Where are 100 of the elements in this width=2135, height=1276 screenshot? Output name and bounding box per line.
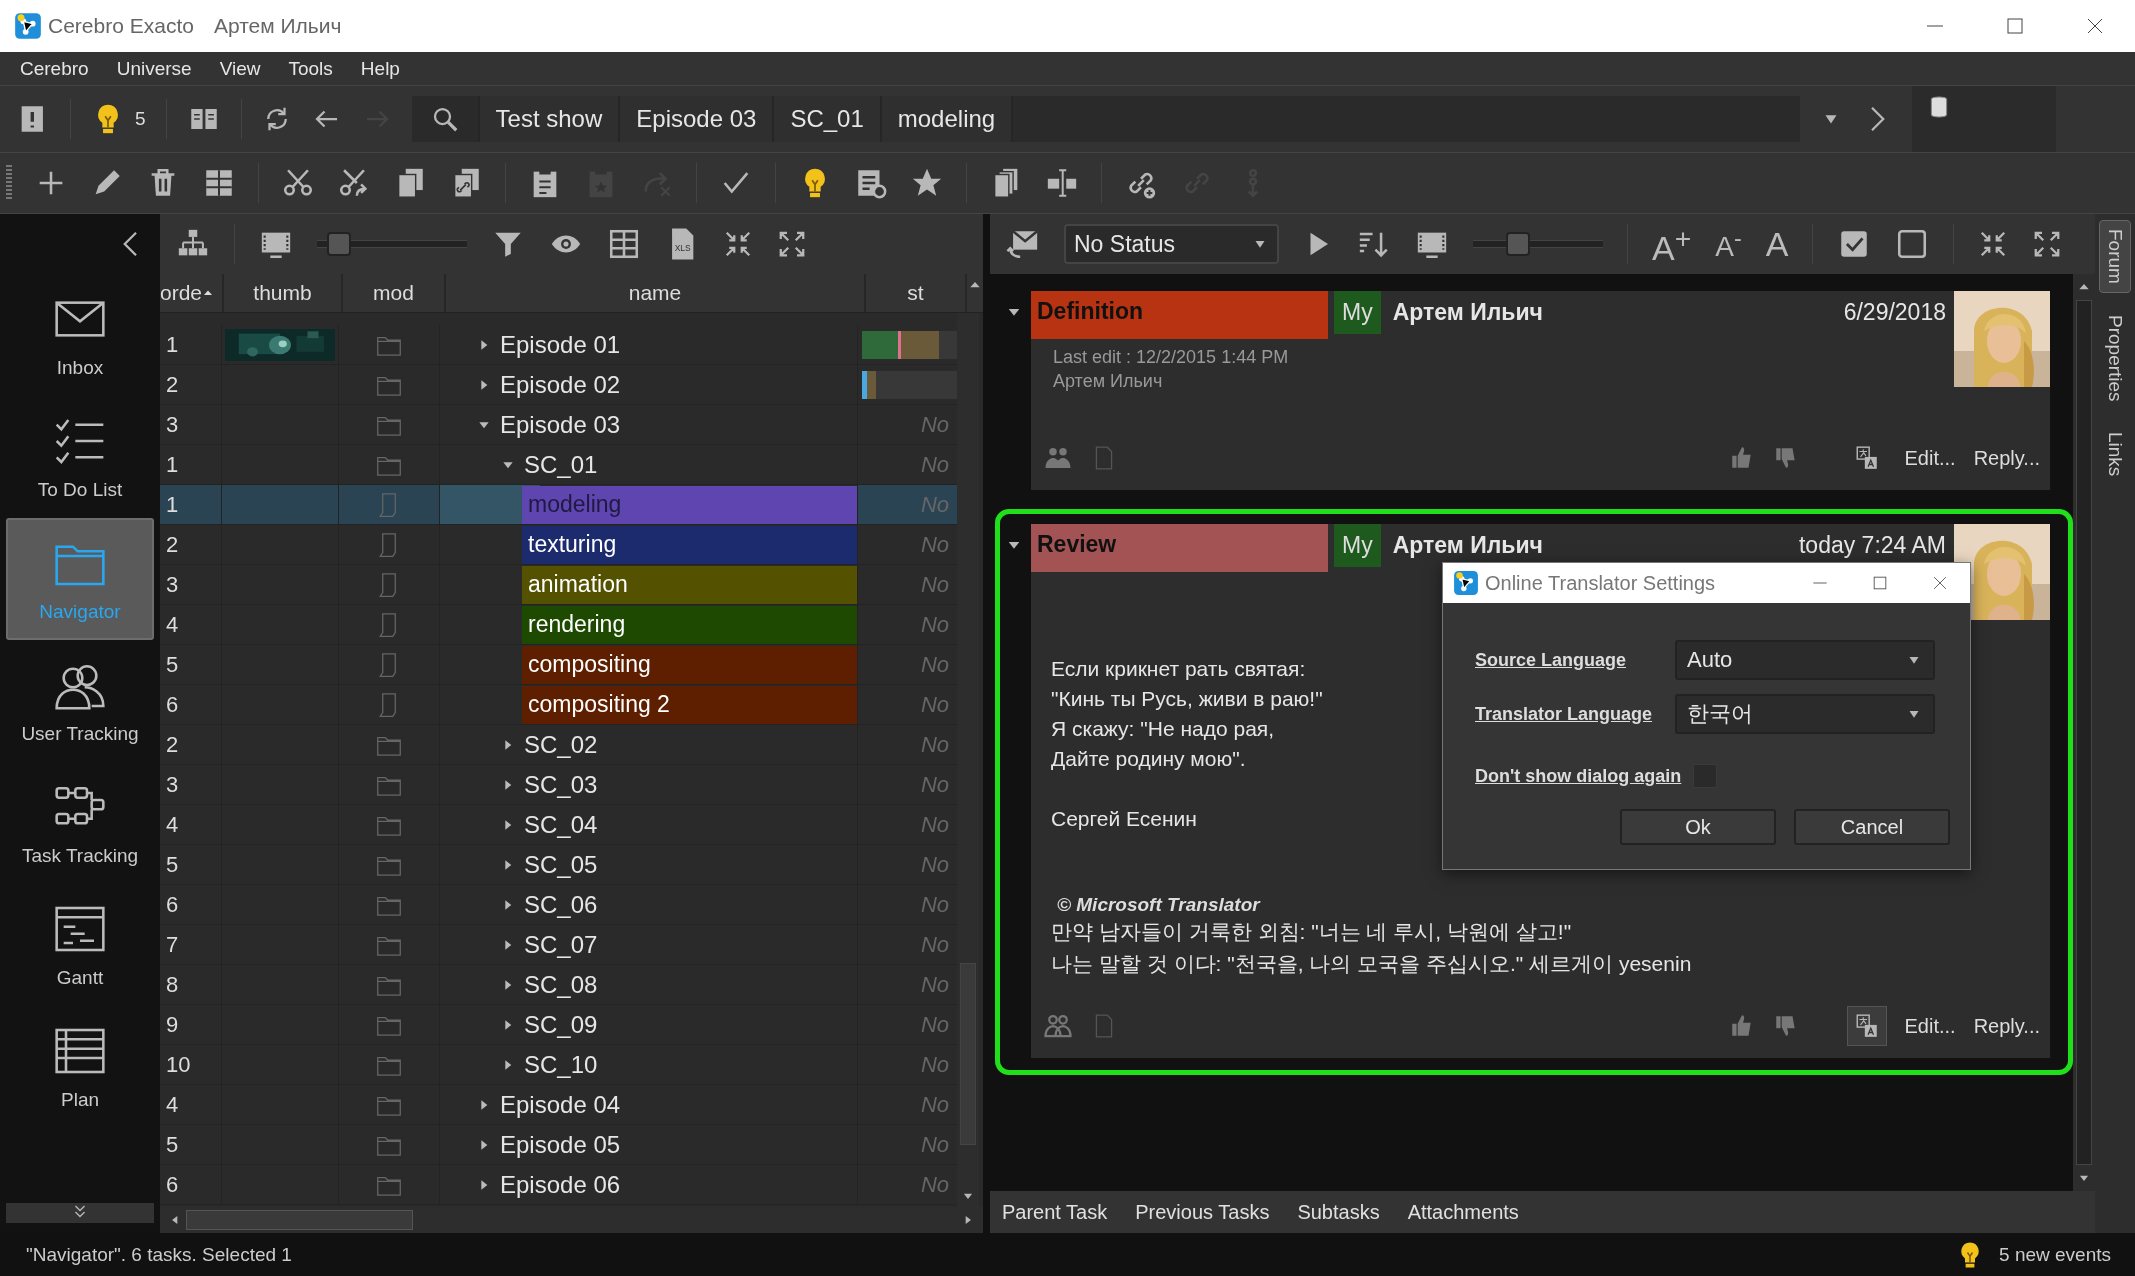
side-tab[interactable]: Forum — [2099, 220, 2131, 293]
scrollbar-thumb[interactable] — [2076, 300, 2092, 1165]
message-action[interactable]: Edit... — [1904, 1014, 1956, 1038]
table-row[interactable]: 4 Episode 04 No — [160, 1085, 957, 1125]
side-tab[interactable]: Properties — [2100, 306, 2130, 410]
grid-icon[interactable] — [607, 227, 641, 261]
table-row[interactable]: 8 SC_08 No — [160, 965, 957, 1005]
order-number: 9 — [166, 1011, 179, 1038]
dialog-button[interactable]: Ok — [1620, 809, 1776, 845]
sidebar-item[interactable]: Plan — [6, 1006, 154, 1128]
status-text: No — [920, 851, 949, 878]
table-row[interactable]: 6 SC_06 No — [160, 885, 957, 925]
tab[interactable]: Parent Task — [1002, 1200, 1108, 1224]
table-row[interactable]: 4 SC_04 No — [160, 805, 957, 845]
sidebar-item[interactable]: Inbox — [6, 274, 154, 396]
breadcrumb-item[interactable]: SC_01 — [772, 96, 880, 142]
dialog-title: Online Translator Settings — [1485, 571, 1716, 595]
column-header[interactable]: mod — [343, 274, 446, 312]
status-text: No — [920, 571, 949, 598]
dialog-button[interactable]: Cancel — [1794, 809, 1950, 845]
sidebar-item[interactable]: User Tracking — [6, 640, 154, 762]
task-name: compositing — [522, 645, 857, 684]
window-user: Артем Ильич — [213, 14, 342, 38]
status-text: No — [920, 651, 949, 678]
font-size-button[interactable]: A$^{+}$ — [1652, 223, 1692, 265]
message-action[interactable]: Reply... — [1973, 1014, 2040, 1038]
menu-item[interactable]: Universe — [104, 57, 204, 80]
collapse-all-icon[interactable] — [723, 229, 753, 259]
table-row[interactable]: 5 Episode 05 No — [160, 1125, 957, 1165]
order-number: 6 — [166, 691, 179, 718]
table-row[interactable]: 3 Episode 03 No — [160, 405, 957, 445]
tab[interactable]: Attachments — [1407, 1200, 1519, 1224]
item-name: SC_08 — [524, 970, 598, 999]
order-number: 3 — [166, 571, 179, 598]
item-name: SC_05 — [524, 850, 598, 879]
column-header[interactable]: orde — [160, 274, 224, 312]
table-row[interactable]: 3 SC_03 No — [160, 765, 957, 805]
menu-item[interactable]: Tools — [276, 57, 345, 80]
table-row[interactable]: 2 texturing No — [160, 525, 957, 565]
order-number: 2 — [166, 531, 179, 558]
sidebar-item[interactable]: Gantt — [6, 884, 154, 1006]
order-number: 2 — [166, 371, 179, 398]
task-name: animation — [522, 565, 857, 604]
language-dropdown[interactable]: 한국어 — [1675, 694, 1935, 734]
breadcrumb-item[interactable]: Episode 03 — [618, 96, 773, 142]
order-number: 3 — [166, 411, 179, 438]
menu-item[interactable]: Help — [348, 57, 412, 80]
item-name: SC_01 — [524, 450, 598, 479]
message-date: today 7:24 AM — [1798, 532, 1946, 559]
status-text: No — [920, 491, 949, 518]
table-row[interactable]: 2 SC_02 No — [160, 725, 957, 765]
status-text: No — [920, 1051, 949, 1078]
menu-item[interactable]: View — [207, 57, 273, 80]
table-row[interactable]: 2 Episode 02 — [160, 365, 957, 405]
author-name: Артем Ильич — [1392, 532, 1543, 559]
table-row[interactable]: 7 SC_07 No — [160, 925, 957, 965]
text-cursor-icon[interactable] — [1045, 166, 1079, 200]
item-name: Episode 02 — [500, 370, 621, 399]
order-number: 8 — [166, 971, 179, 998]
language-dropdown[interactable]: Auto — [1675, 640, 1935, 680]
item-name: SC_06 — [524, 890, 598, 919]
tab[interactable]: Previous Tasks — [1135, 1200, 1270, 1224]
item-name: SC_03 — [524, 770, 598, 799]
table-row[interactable]: 6 Episode 06 No — [160, 1165, 957, 1205]
font-size-button[interactable]: A — [1765, 227, 1789, 261]
table-row[interactable]: 1 Episode 01 — [160, 325, 957, 365]
item-name: SC_10 — [524, 1050, 598, 1079]
status-dropdown[interactable]: No Status — [1064, 224, 1279, 264]
edit-info: Last edit : 12/2/2015 1:44 PM — [1053, 346, 1290, 369]
task-name: texturing — [522, 525, 857, 564]
menu-item[interactable]: Cerebro — [8, 57, 101, 80]
field-label: Translator Language — [1475, 703, 1654, 725]
order-number: 1 — [166, 331, 179, 358]
message-action[interactable]: Reply... — [1973, 446, 2040, 470]
breadcrumb-item[interactable]: modeling — [879, 96, 1012, 142]
table-row[interactable]: 5 SC_05 No — [160, 845, 957, 885]
column-header[interactable]: thumb — [224, 274, 343, 312]
font-size-button[interactable]: A$^{-}$ — [1715, 226, 1742, 262]
breadcrumb-item[interactable]: Test show — [477, 96, 619, 142]
message-action[interactable]: Edit... — [1904, 446, 1956, 470]
side-tab[interactable]: Links — [2100, 423, 2130, 484]
app-logo-icon — [1453, 570, 1479, 596]
tab[interactable]: Subtasks — [1297, 1200, 1380, 1224]
sidebar-item[interactable]: To Do List — [6, 396, 154, 518]
sidebar-item[interactable]: Task Tracking — [6, 762, 154, 884]
order-number: 5 — [166, 1131, 179, 1158]
table-row[interactable]: 3 animation No — [160, 565, 957, 605]
scrollbar-thumb[interactable] — [186, 1210, 413, 1230]
table-row[interactable]: 10 SC_10 No — [160, 1045, 957, 1085]
item-name: Episode 06 — [500, 1170, 621, 1199]
events-link[interactable]: 5 new events — [1999, 1243, 2111, 1266]
message-type: Review — [1031, 524, 1328, 572]
expand-all-icon[interactable] — [777, 229, 807, 259]
table-row[interactable]: 6 compositing 2 No — [160, 685, 957, 725]
table-row[interactable]: 9 SC_09 No — [160, 1005, 957, 1045]
table-row[interactable]: 4 rendering No — [160, 605, 957, 645]
table-row[interactable]: 5 compositing No — [160, 645, 957, 685]
message-type: Definition — [1031, 291, 1328, 339]
column-header[interactable]: name — [446, 274, 866, 312]
translate-button[interactable] — [1846, 1006, 1887, 1046]
